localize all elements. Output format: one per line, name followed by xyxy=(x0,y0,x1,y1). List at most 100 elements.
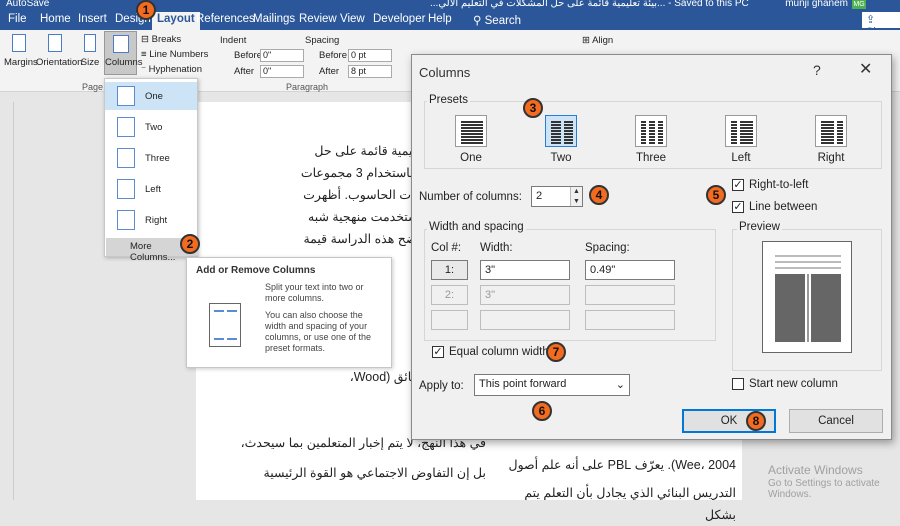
spacing-header: Spacing: xyxy=(585,242,630,254)
user-name[interactable]: munji ghanem xyxy=(785,0,848,9)
width-header: Width: xyxy=(480,242,513,254)
right-to-left-label: Right-to-left xyxy=(749,179,809,191)
preset-three-label: Three xyxy=(635,152,667,164)
presets-label: Presets xyxy=(427,94,470,106)
chevron-down-icon: ⌄ xyxy=(615,379,625,391)
columns-button[interactable]: Columns xyxy=(104,31,143,75)
breaks-icon: ⊟ xyxy=(141,34,152,45)
line-between-label: Line between xyxy=(749,201,818,213)
search-box[interactable]: ⚲ Search xyxy=(473,13,521,27)
width-input-2[interactable]: 3" xyxy=(480,285,570,305)
preset-one-label: One xyxy=(460,152,482,164)
spacing-input-3[interactable] xyxy=(585,310,675,330)
doc-line: Wee، 2004). يعرّف PBL على أنه علم أصول xyxy=(508,458,737,472)
paragraph-group-label: Paragraph xyxy=(286,82,329,92)
cancel-button[interactable]: Cancel xyxy=(789,409,883,433)
tab-mailings[interactable]: Mailings xyxy=(253,13,295,25)
spacing-input-1[interactable]: 0.49" xyxy=(585,260,675,280)
apply-to-label: Apply to: xyxy=(419,380,464,392)
avatar[interactable]: MG xyxy=(852,0,866,9)
space-after-input[interactable]: 8 pt xyxy=(348,65,392,78)
indent-before-input[interactable]: 0" xyxy=(260,49,304,62)
size-icon xyxy=(84,34,96,52)
indent-after-label: After xyxy=(234,66,255,77)
indent-label: Indent xyxy=(220,35,247,46)
equal-width-checkbox[interactable]: ✓ xyxy=(432,346,444,358)
one-column-icon xyxy=(117,86,135,106)
preview-page xyxy=(762,241,852,353)
align-button[interactable]: ⊞ Align xyxy=(582,35,613,46)
doc-line: بل إن التفاوض الاجتماعي هو القوة الرئيسي… xyxy=(263,466,487,480)
tab-view[interactable]: View xyxy=(340,13,365,25)
preset-right[interactable] xyxy=(815,115,847,147)
col-number-3 xyxy=(431,310,468,330)
tab-help[interactable]: Help xyxy=(428,13,452,25)
num-columns-spinner[interactable]: ▲ ▼ xyxy=(570,187,582,206)
close-icon[interactable]: ✕ xyxy=(859,59,872,79)
width-input-3[interactable] xyxy=(480,310,570,330)
vertical-ruler[interactable] xyxy=(0,102,14,500)
tab-insert[interactable]: Insert xyxy=(78,13,107,25)
columns-tooltip: Add or Remove Columns Split your text in… xyxy=(186,257,392,368)
start-new-column-checkbox[interactable] xyxy=(732,378,744,390)
step-badge-6: 6 xyxy=(532,401,552,421)
columns-icon xyxy=(113,35,129,53)
line-between-checkbox[interactable]: ✓ xyxy=(732,201,744,213)
preset-left-label: Left xyxy=(731,152,751,164)
step-badge-2: 2 xyxy=(180,234,200,254)
tab-review[interactable]: Review xyxy=(299,13,337,25)
help-button[interactable]: ? xyxy=(813,62,821,78)
share-button[interactable]: ⇪ Share xyxy=(862,12,900,38)
breaks-button[interactable]: ⊟ Breaks xyxy=(141,34,181,45)
columns-option-three[interactable]: Three xyxy=(105,144,197,172)
margins-button[interactable]: Margins xyxy=(4,57,38,68)
tab-references[interactable]: References xyxy=(196,13,255,25)
apply-to-select[interactable]: This point forward ⌄ xyxy=(474,374,630,396)
columns-preview-icon xyxy=(209,303,241,347)
activate-windows-watermark: Activate Windows xyxy=(768,463,863,477)
space-after-label: After xyxy=(319,66,340,77)
width-input-1[interactable]: 3" xyxy=(480,260,570,280)
autosave-label[interactable]: AutoSave xyxy=(6,0,49,9)
share-icon: ⇪ xyxy=(866,14,876,26)
step-badge-5: 5 xyxy=(706,185,726,205)
doc-line: التدريس البنائي الذي يجادل بأن التعلم يت… xyxy=(524,486,736,522)
step-badge-1: 1 xyxy=(136,0,156,20)
dialog-title: Columns xyxy=(419,65,471,80)
space-before-label: Before xyxy=(319,50,347,61)
size-button[interactable]: Size xyxy=(80,57,100,68)
equal-width-label: Equal column width xyxy=(449,346,549,358)
columns-option-left[interactable]: Left xyxy=(105,175,197,203)
col-number-2: 2: xyxy=(431,285,468,305)
right-to-left-checkbox[interactable]: ✓ xyxy=(732,179,744,191)
menu-bar: File Home Insert Design Layout Reference… xyxy=(0,10,900,38)
width-spacing-label: Width and spacing xyxy=(427,221,526,233)
preset-left[interactable] xyxy=(725,115,757,147)
document-title: ...بيئة تعليمية قائمة على حل المشكلات في… xyxy=(430,0,749,9)
preset-two[interactable] xyxy=(545,115,577,147)
preset-two-label: Two xyxy=(550,152,572,164)
hyphenation-button[interactable]: ⁻ Hyphenation xyxy=(141,64,202,75)
tab-file[interactable]: File xyxy=(8,13,27,25)
hyphenation-icon: ⁻ xyxy=(141,64,149,75)
line-numbers-button[interactable]: ≡ Line Numbers xyxy=(141,49,208,60)
tab-home[interactable]: Home xyxy=(40,13,71,25)
col-number-1: 1: xyxy=(431,260,468,280)
line-numbers-icon: ≡ xyxy=(141,49,150,60)
activate-windows-subtext: Go to Settings to activate Windows. xyxy=(768,478,880,500)
preview-label: Preview xyxy=(737,221,782,233)
tooltip-description: You can also choose the width and spacin… xyxy=(265,310,372,353)
columns-option-one[interactable]: One xyxy=(105,82,197,110)
orientation-button[interactable]: Orientation xyxy=(36,57,82,68)
columns-option-two[interactable]: Two xyxy=(105,113,197,141)
orientation-icon xyxy=(48,34,62,52)
columns-option-right[interactable]: Right xyxy=(105,206,197,234)
preset-three[interactable] xyxy=(635,115,667,147)
indent-after-input[interactable]: 0" xyxy=(260,65,304,78)
preset-right-label: Right xyxy=(817,152,845,164)
tab-developer[interactable]: Developer xyxy=(373,13,425,25)
spacing-input-2[interactable] xyxy=(585,285,675,305)
tab-layout[interactable]: Layout xyxy=(152,12,200,30)
space-before-input[interactable]: 0 pt xyxy=(348,49,392,62)
preset-one[interactable] xyxy=(455,115,487,147)
